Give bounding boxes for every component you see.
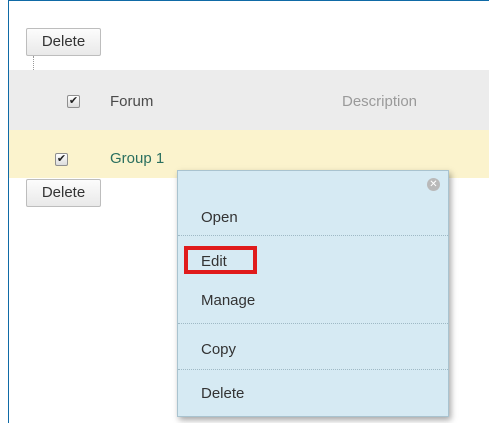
highlight-box [184,246,257,274]
connector-line [33,56,35,70]
menu-item-open[interactable]: Open [201,209,238,226]
close-icon[interactable]: ✕ [427,178,440,191]
menu-separator [178,323,448,324]
delete-button-top[interactable]: Delete [26,28,101,56]
delete-button-bottom[interactable]: Delete [26,179,101,207]
menu-item-manage[interactable]: Manage [201,292,255,309]
menu-separator [178,369,448,370]
select-all-checkbox[interactable]: ✔ [67,95,80,108]
column-header-forum[interactable]: Forum [110,93,153,110]
context-menu: ✕ Open Edit Manage Copy Delete [177,170,449,417]
menu-item-delete[interactable]: Delete [201,385,244,402]
menu-item-copy[interactable]: Copy [201,341,236,358]
menu-separator [178,235,448,236]
row-checkbox[interactable]: ✔ [55,153,68,166]
column-header-description[interactable]: Description [342,93,417,110]
forum-link-group-1[interactable]: Group 1 [110,150,164,167]
